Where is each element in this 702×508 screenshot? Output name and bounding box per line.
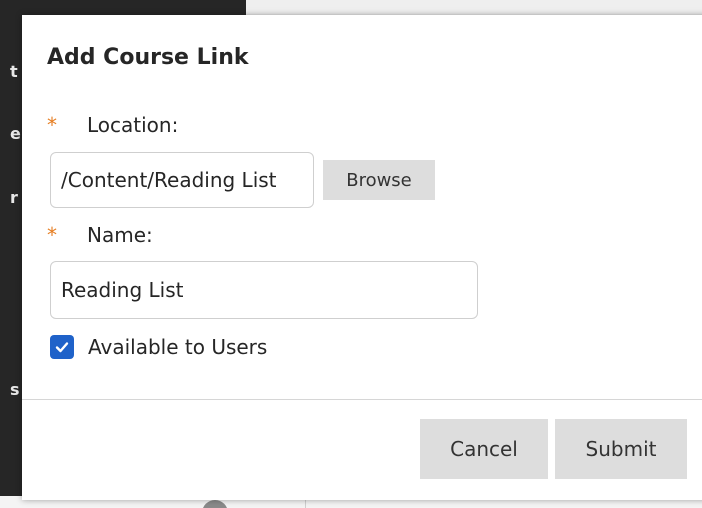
dialog-title: Add Course Link [47,45,249,70]
footer-divider [22,399,702,400]
background-text: r [10,188,18,207]
checkmark-icon [55,342,69,353]
available-to-users-label: Available to Users [88,335,268,359]
location-label: Location: [87,113,179,137]
name-input[interactable] [50,261,478,319]
required-star-icon: * [47,113,57,137]
available-to-users-row: Available to Users [50,335,267,359]
available-to-users-checkbox[interactable] [50,335,74,359]
add-course-link-dialog: Add Course Link * Location: Browse * Nam… [22,15,702,500]
background-text: t [10,62,18,81]
name-label: Name: [87,223,153,247]
cancel-button[interactable]: Cancel [420,419,548,479]
browse-button[interactable]: Browse [323,160,435,200]
background-header-strip [246,0,702,14]
background-text: s [10,380,20,399]
background-text: e [10,124,21,143]
required-star-icon: * [47,223,57,247]
location-input[interactable] [50,152,314,208]
submit-button[interactable]: Submit [555,419,687,479]
name-label-row: * Name: [47,223,153,247]
location-label-row: * Location: [47,113,178,137]
